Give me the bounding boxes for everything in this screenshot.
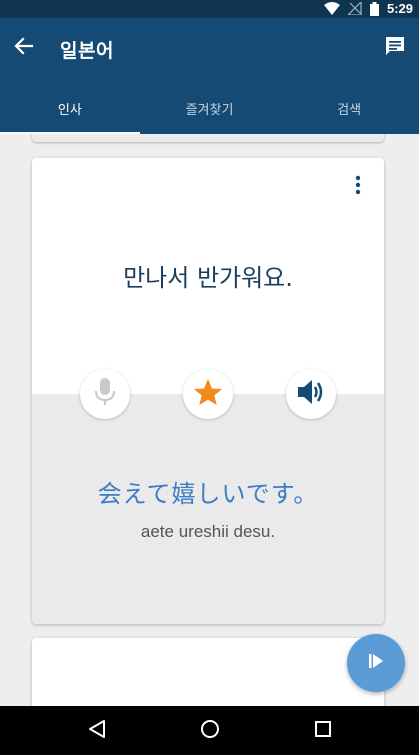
- play-all-button[interactable]: [347, 634, 405, 692]
- nav-back-button[interactable]: [77, 711, 117, 751]
- tab-label: 즐겨찾기: [185, 102, 234, 118]
- favorite-button[interactable]: [183, 369, 233, 419]
- mic-button[interactable]: [80, 369, 130, 419]
- triangle-back-icon: [88, 719, 106, 743]
- wifi-icon: [323, 2, 340, 15]
- mic-icon: [94, 377, 116, 411]
- star-icon: [193, 378, 223, 410]
- tab-label: 인사: [57, 102, 82, 118]
- phrase-card: 만나서 반가워요. 会えて嬉しいです。 aete ureshii desu.: [32, 158, 384, 624]
- chat-button[interactable]: [379, 32, 411, 64]
- status-bar: 5:29: [0, 0, 419, 18]
- card-translation-area: [32, 394, 384, 624]
- japanese-phrase: 会えて嬉しいです。: [97, 480, 319, 508]
- more-button[interactable]: [348, 172, 368, 202]
- status-icons: 5:29: [323, 1, 413, 16]
- more-vert-icon: [355, 175, 361, 199]
- battery-icon: [369, 1, 379, 16]
- nav-recents-button[interactable]: [303, 711, 343, 751]
- next-card: [32, 638, 384, 706]
- chat-icon: [384, 35, 406, 61]
- back-button[interactable]: [8, 32, 40, 64]
- circle-home-icon: [200, 719, 220, 743]
- speaker-icon: [296, 378, 326, 410]
- play-icon: [368, 653, 384, 673]
- tab-greetings[interactable]: 인사: [0, 82, 140, 134]
- app-bar: 일본어 인사 즐겨찾기 검색: [0, 18, 419, 134]
- tab-favorites[interactable]: 즐겨찾기: [140, 82, 280, 134]
- phrase-list[interactable]: 만나서 반가워요. 会えて嬉しいです。 aete ureshii desu.: [0, 134, 419, 706]
- nav-home-button[interactable]: [190, 711, 230, 751]
- tab-bar: 인사 즐겨찾기 검색: [0, 82, 419, 134]
- speaker-button[interactable]: [286, 369, 336, 419]
- previous-card: [32, 134, 384, 142]
- tab-search[interactable]: 검색: [279, 82, 419, 134]
- square-recents-icon: [314, 720, 332, 742]
- romanization: aete ureshii desu.: [140, 522, 276, 541]
- no-signal-icon: [347, 2, 362, 15]
- korean-phrase: 만나서 반가워요.: [123, 264, 293, 292]
- system-nav-bar: [0, 706, 419, 755]
- status-time: 5:29: [386, 1, 413, 16]
- page-title: 일본어: [60, 40, 114, 62]
- arrow-back-icon: [14, 36, 34, 60]
- tab-label: 검색: [337, 102, 362, 118]
